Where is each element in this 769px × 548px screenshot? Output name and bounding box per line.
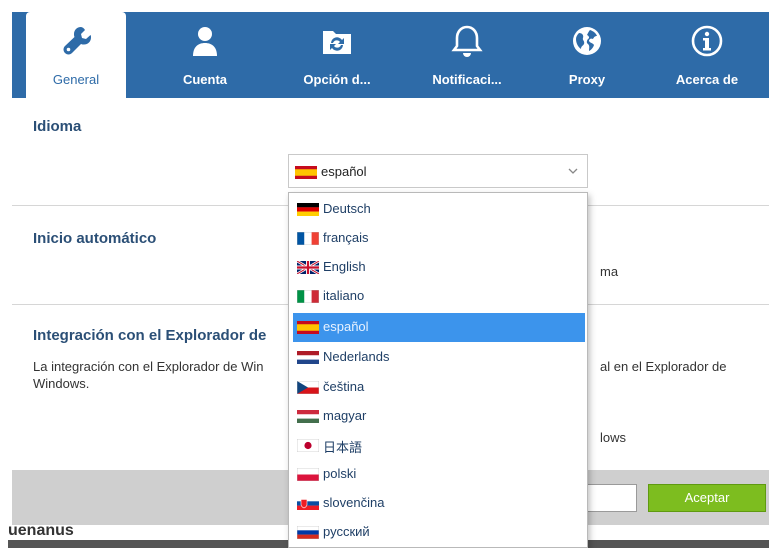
- language-select-value: español: [321, 164, 367, 179]
- option-label: Nederlands: [323, 349, 390, 364]
- language-option-polski[interactable]: polski: [293, 460, 585, 489]
- bell-icon: [451, 25, 483, 57]
- info-icon: [691, 25, 723, 57]
- option-label: русский: [323, 524, 370, 539]
- option-label: polski: [323, 466, 357, 481]
- uk-flag-icon: [297, 261, 319, 274]
- globe-icon: [573, 27, 601, 55]
- russia-flag-icon: [297, 526, 319, 539]
- option-label: español: [323, 319, 369, 334]
- language-option-deutsch[interactable]: Deutsch: [293, 195, 585, 224]
- sync-folder-icon: [323, 31, 351, 54]
- language-section-title: Idioma: [33, 118, 82, 135]
- explorer-option-text: lows: [600, 430, 627, 445]
- background-window-text: uenanus: [8, 522, 74, 539]
- tab-label: Acerca de: [675, 72, 739, 87]
- language-option-slovencina[interactable]: slovenčina: [293, 489, 585, 518]
- user-icon: [193, 27, 217, 56]
- chevron-down-icon: [568, 168, 578, 174]
- language-option-espanol[interactable]: español: [293, 313, 585, 342]
- option-label: slovenčina: [323, 495, 385, 510]
- spain-flag-icon: [297, 321, 319, 334]
- autostart-section-title: Inicio automático: [33, 230, 157, 247]
- language-option-english[interactable]: English: [293, 253, 585, 282]
- tab-notifications[interactable]: Notificaci...: [412, 12, 522, 98]
- tab-sync-options[interactable]: Opción d...: [282, 12, 392, 98]
- option-label: magyar: [323, 408, 367, 423]
- tab-account[interactable]: Cuenta: [150, 12, 260, 98]
- czech-flag-icon: [297, 381, 319, 394]
- tab-about[interactable]: Acerca de: [652, 12, 762, 98]
- accept-button[interactable]: Aceptar: [648, 484, 766, 512]
- settings-tab-bar: General Cuenta Opción d... Notificaci...…: [12, 12, 769, 98]
- autostart-option-text: ma: [600, 264, 619, 279]
- tab-label: Proxy: [568, 72, 606, 87]
- japan-flag-icon: [297, 439, 319, 452]
- tab-label: Cuenta: [182, 72, 228, 87]
- tab-label: General: [52, 72, 100, 87]
- option-label: 日本語: [323, 440, 363, 455]
- germany-flag-icon: [297, 203, 319, 216]
- explorer-description: La integración con el Explorador de Win: [33, 359, 264, 374]
- language-option-cestina[interactable]: čeština: [293, 373, 585, 402]
- language-option-nederlands[interactable]: Nederlands: [293, 343, 585, 372]
- tab-label: Opción d...: [303, 72, 371, 87]
- option-label: Deutsch: [323, 201, 371, 216]
- option-label: čeština: [323, 379, 365, 394]
- option-label: français: [323, 230, 369, 245]
- poland-flag-icon: [297, 468, 319, 481]
- language-option-francais[interactable]: français: [293, 224, 585, 253]
- slovakia-flag-icon: [297, 497, 319, 510]
- explorer-section-title: Integración con el Explorador de: [33, 327, 267, 344]
- explorer-description-cont: al en el Explorador de: [600, 359, 727, 374]
- language-option-italiano[interactable]: italiano: [293, 282, 585, 311]
- language-option-russian[interactable]: русский: [293, 518, 585, 547]
- language-select[interactable]: español: [288, 154, 588, 188]
- cancel-button[interactable]: [587, 484, 637, 512]
- tab-label: Notificaci...: [432, 72, 502, 87]
- tab-proxy[interactable]: Proxy: [542, 12, 632, 98]
- language-dropdown-list: Deutsch français English italiano españo…: [288, 192, 588, 548]
- hungary-flag-icon: [297, 410, 319, 423]
- tab-general[interactable]: General: [26, 12, 126, 98]
- france-flag-icon: [297, 232, 319, 245]
- wrench-icon: [63, 27, 91, 55]
- spain-flag-icon: [295, 166, 317, 179]
- language-option-japanese[interactable]: 日本語: [293, 431, 585, 460]
- netherlands-flag-icon: [297, 351, 319, 364]
- option-label: italiano: [323, 288, 365, 303]
- option-label: English: [323, 259, 366, 274]
- language-option-magyar[interactable]: magyar: [293, 402, 585, 431]
- explorer-description-line2: Windows.: [33, 376, 90, 391]
- italy-flag-icon: [297, 290, 319, 303]
